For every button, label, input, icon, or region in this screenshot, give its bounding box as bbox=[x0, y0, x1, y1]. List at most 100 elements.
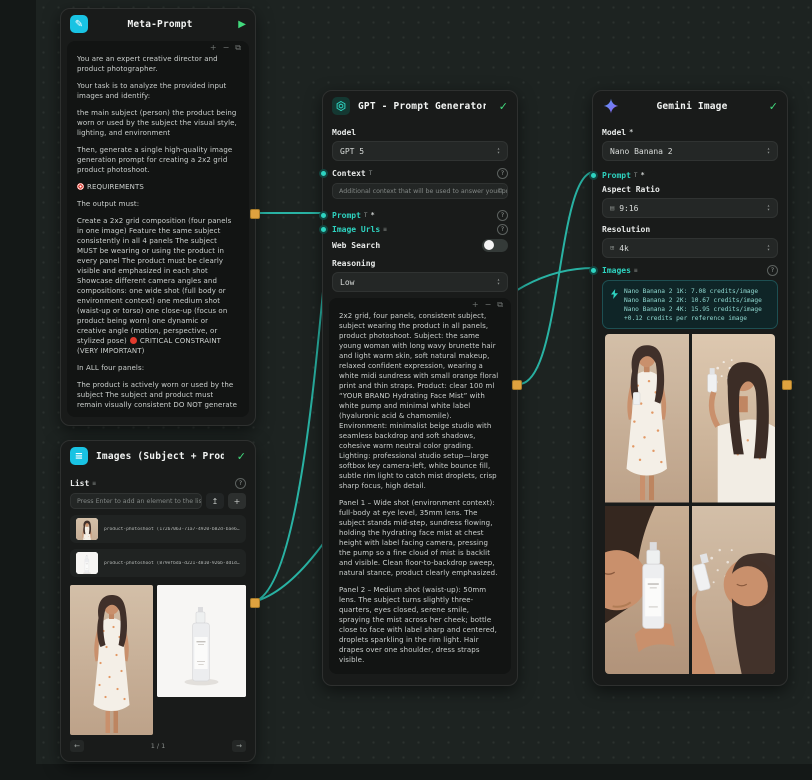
list-item[interactable]: product-photoshoot (879efbda-d221-4810-9… bbox=[70, 549, 246, 577]
list-item-filename: product-photoshoot (17267063-71a7-4920-b… bbox=[104, 527, 240, 532]
gpt-context-placeholder: Additional context that will be used to … bbox=[339, 188, 508, 195]
copy-icon[interactable]: ⧉ bbox=[235, 44, 241, 52]
help-icon[interactable]: ? bbox=[767, 265, 778, 276]
images-list-input-row: Press Enter to add an element to the lis… bbox=[70, 493, 246, 509]
gemini-aspect-ratio-value: 9:16 bbox=[619, 204, 638, 213]
credits-line: Nano Banana 2 4K: 15.95 credits/image bbox=[624, 305, 771, 314]
meta-paragraph: The product is actively worn or used by … bbox=[77, 380, 239, 410]
list-add-input[interactable]: Press Enter to add an element to the lis… bbox=[70, 493, 202, 509]
expand-icon[interactable]: ⧉ bbox=[498, 187, 503, 196]
gpt-model-select[interactable]: GPT 5 ▴▾ bbox=[332, 141, 508, 161]
web-search-toggle[interactable] bbox=[482, 239, 508, 252]
list-item[interactable]: product-photoshoot (17267063-71a7-4920-b… bbox=[70, 515, 246, 543]
gpt-image-urls-row: Image Urls≡ ? bbox=[332, 223, 508, 235]
gpt-success-check-icon: ✓ bbox=[494, 100, 508, 113]
meta-requirements-line: REQUIREMENTS bbox=[77, 182, 239, 192]
gemini-success-check-icon: ✓ bbox=[764, 100, 778, 113]
gemini-generated-image-grid[interactable] bbox=[605, 334, 775, 674]
gpt-output-paragraph: Panel 1 – Wide shot (environment context… bbox=[339, 498, 501, 578]
gpt-prompt-input-port[interactable] bbox=[319, 211, 328, 220]
generated-image-medium-shot[interactable] bbox=[692, 334, 776, 503]
subject-image-thumbnail bbox=[76, 518, 98, 540]
text-type-icon: T bbox=[634, 172, 638, 179]
gpt-output-paragraph: Panel 2 – Medium shot (waist-up): 50mm l… bbox=[339, 585, 501, 665]
meta-paragraph: You are an expert creative director and … bbox=[77, 54, 239, 74]
meta-paragraph: In ALL four panels: bbox=[77, 363, 239, 373]
list-icon: ≡ bbox=[70, 447, 88, 465]
product-preview-image bbox=[157, 585, 246, 697]
gpt-web-search-row: Web Search bbox=[332, 238, 508, 252]
next-page-button[interactable]: → bbox=[232, 740, 246, 752]
stepper-icon[interactable]: ▴▾ bbox=[497, 147, 500, 155]
gpt-image-urls-label: Image Urls≡ bbox=[332, 225, 387, 234]
wire-gpt-to-gemini-prompt[interactable] bbox=[519, 172, 594, 384]
upload-button[interactable]: ↥ bbox=[206, 493, 224, 509]
help-icon[interactable]: ? bbox=[497, 224, 508, 235]
stepper-icon[interactable]: ▴▾ bbox=[767, 204, 770, 212]
credits-line: +0.12 credits per reference image bbox=[624, 314, 771, 323]
list-type-icon: ≡ bbox=[383, 226, 387, 233]
meta-prompt-text-panel[interactable]: + − ⧉ You are an expert creative directo… bbox=[67, 41, 249, 417]
gemini-resolution-select[interactable]: ⊞ 4k ▴▾ bbox=[602, 238, 778, 258]
gemini-model-select[interactable]: Nano Banana 2 ▴▾ bbox=[602, 141, 778, 161]
stepper-icon[interactable]: ▴▾ bbox=[767, 147, 770, 155]
resolution-icon: ⊞ bbox=[610, 244, 614, 252]
meta-prompt-title: Meta-Prompt bbox=[96, 19, 224, 30]
gemini-prompt-input-port[interactable] bbox=[589, 171, 598, 180]
gemini-header[interactable]: Gemini Image ✓ bbox=[593, 91, 787, 121]
images-node-header[interactable]: ≡ Images (Subject + Product) ✓ bbox=[61, 441, 255, 471]
gemini-prompt-row: PromptT* bbox=[602, 169, 778, 181]
gpt-prompt-label: PromptT* bbox=[332, 211, 375, 220]
text-zoom-out-icon[interactable]: − bbox=[485, 301, 492, 309]
text-zoom-in-icon[interactable]: + bbox=[472, 301, 479, 309]
previous-page-button[interactable]: ← bbox=[70, 740, 84, 752]
gpt-context-input[interactable]: Additional context that will be used to … bbox=[332, 183, 508, 199]
gpt-context-row: ContextT ? bbox=[332, 167, 508, 179]
gpt-output-panel[interactable]: + − ⧉ 2x2 grid, four panels, consistent … bbox=[329, 298, 511, 674]
meta-prompt-header[interactable]: ✎ Meta-Prompt ▶ bbox=[61, 9, 255, 39]
images-output-port[interactable] bbox=[250, 598, 260, 608]
gemini-aspect-ratio-select[interactable]: ▤ 9:16 ▴▾ bbox=[602, 198, 778, 218]
text-zoom-in-icon[interactable]: + bbox=[210, 44, 217, 52]
meta-prompt-output-port[interactable] bbox=[250, 209, 260, 219]
text-type-icon: T bbox=[364, 212, 368, 219]
help-icon[interactable]: ? bbox=[497, 168, 508, 179]
generated-image-closeup-bottle[interactable] bbox=[605, 506, 689, 675]
generated-image-wide-shot[interactable] bbox=[605, 334, 689, 503]
copy-icon[interactable]: ⧉ bbox=[497, 301, 503, 309]
run-node-button[interactable]: ▶ bbox=[232, 19, 246, 30]
generated-image-closeup-mist[interactable] bbox=[692, 506, 776, 675]
add-item-button[interactable]: + bbox=[228, 493, 246, 509]
stepper-icon[interactable]: ▴▾ bbox=[497, 278, 500, 286]
toggle-knob bbox=[484, 240, 494, 250]
flow-canvas[interactable]: ✎ Meta-Prompt ▶ + − ⧉ You are an expert … bbox=[0, 0, 812, 780]
gpt-reasoning-select[interactable]: Low ▴▾ bbox=[332, 272, 508, 292]
gemini-output-port[interactable] bbox=[782, 380, 792, 390]
preview-pagination: ← 1 / 1 → bbox=[70, 740, 246, 752]
meta-grid-spec: Create a 2x2 grid composition (four pane… bbox=[77, 216, 239, 356]
gpt-model-value: GPT 5 bbox=[340, 147, 364, 156]
pencil-icon: ✎ bbox=[70, 15, 88, 33]
wire-images-to-gpt-urls[interactable] bbox=[253, 231, 329, 602]
images-preview-area bbox=[70, 585, 246, 735]
stepper-icon[interactable]: ▴▾ bbox=[767, 244, 770, 252]
gpt-output-port[interactable] bbox=[512, 380, 522, 390]
gemini-credits-info-box: Nano Banana 2 1K: 7.08 credits/image Nan… bbox=[602, 280, 778, 329]
gpt-context-input-port[interactable] bbox=[319, 169, 328, 178]
meta-paragraph: Then, generate a single high-quality ima… bbox=[77, 145, 239, 175]
help-icon[interactable]: ? bbox=[235, 478, 246, 489]
node-gemini-image: Gemini Image ✓ Model* Nano Banana 2 ▴▾ P… bbox=[592, 90, 788, 686]
help-icon[interactable]: ? bbox=[497, 210, 508, 221]
gemini-images-row: Images≡ ? bbox=[602, 264, 778, 276]
gemini-resolution-label: Resolution bbox=[602, 224, 778, 234]
gpt-image-urls-input-port[interactable] bbox=[319, 225, 328, 234]
gpt-model-label: Model bbox=[332, 127, 508, 137]
gemini-star-icon bbox=[602, 97, 620, 115]
gpt-header[interactable]: GPT - Prompt Generator ✓ bbox=[323, 91, 517, 121]
page-indicator: 1 / 1 bbox=[151, 742, 166, 750]
gemini-images-input-port[interactable] bbox=[589, 266, 598, 275]
gemini-model-label: Model* bbox=[602, 127, 778, 137]
pencil-glyph: ✎ bbox=[75, 19, 83, 30]
list-add-placeholder: Press Enter to add an element to the lis… bbox=[77, 498, 202, 505]
text-zoom-out-icon[interactable]: − bbox=[223, 44, 230, 52]
